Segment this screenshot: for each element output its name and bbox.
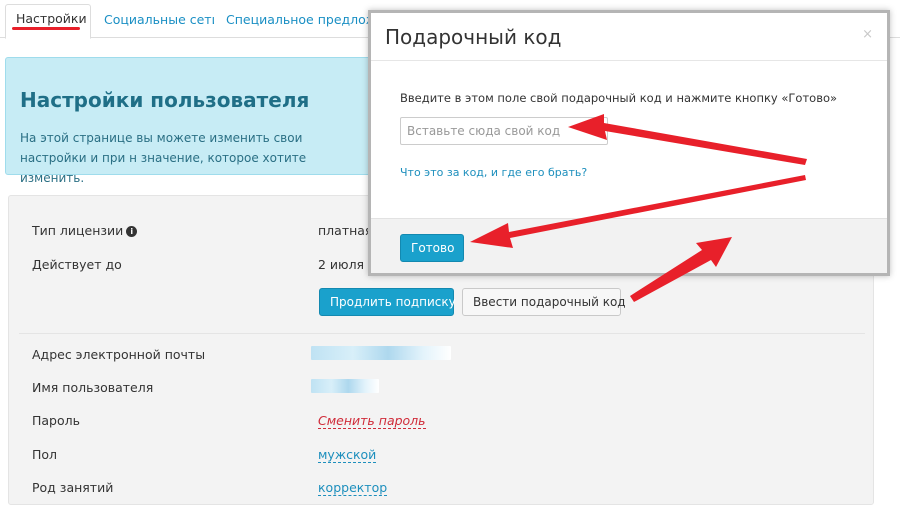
email-value-blurred: [311, 346, 451, 360]
close-icon[interactable]: ×: [862, 27, 873, 42]
gender-label: Пол: [32, 447, 58, 462]
modal-title: Подарочный код: [385, 25, 562, 49]
tab-settings[interactable]: Настройки: [5, 4, 91, 39]
occupation-label: Род занятий: [32, 480, 114, 495]
extend-subscription-button[interactable]: Продлить подписку: [319, 288, 456, 316]
occupation-link-text[interactable]: корректор: [318, 480, 388, 496]
info-icon[interactable]: i: [126, 226, 138, 237]
gift-code-help-link[interactable]: Что это за код, и где его брать?: [400, 166, 587, 179]
modal-instruction: Введите в этом поле свой подарочный код …: [400, 91, 838, 105]
enter-gift-code-button[interactable]: Ввести подарочный код: [462, 288, 626, 316]
done-button[interactable]: Готово: [400, 234, 464, 262]
email-label: Адрес электронной почты: [32, 347, 206, 362]
tab-social-networks[interactable]: Социальные сети: [94, 6, 214, 38]
divider: [19, 333, 865, 334]
modal-header: Подарочный код ×: [371, 13, 887, 61]
tab-special-offer-label: Специальное предложен: [226, 12, 368, 27]
tab-special-offer[interactable]: Специальное предложен: [216, 6, 368, 38]
valid-until-label: Действует до: [32, 257, 122, 272]
license-type-label-text: Тип лицензии: [32, 223, 124, 238]
info-text: На этой странице вы можете изменить свои…: [20, 131, 307, 185]
password-label: Пароль: [32, 413, 80, 428]
modal-footer: Готово: [371, 218, 887, 273]
annotation-underline: [12, 27, 80, 30]
occupation-link[interactable]: корректор: [318, 480, 388, 496]
tab-social-networks-label: Социальные сети: [104, 12, 214, 27]
gift-code-input[interactable]: [400, 117, 608, 145]
gift-code-modal: Подарочный код × Введите в этом поле сво…: [368, 10, 890, 276]
license-type-label: Тип лицензии i: [32, 223, 138, 238]
change-password-link[interactable]: Сменить пароль: [318, 413, 426, 429]
gender-link[interactable]: мужской: [318, 447, 377, 463]
tab-settings-label: Настройки: [16, 11, 87, 26]
gender-link-text[interactable]: мужской: [318, 447, 377, 463]
username-value-blurred: [311, 379, 379, 393]
page-title: Настройки пользователя: [20, 88, 310, 112]
change-password-link-text[interactable]: Сменить пароль: [318, 413, 426, 429]
username-label: Имя пользователя: [32, 380, 154, 395]
